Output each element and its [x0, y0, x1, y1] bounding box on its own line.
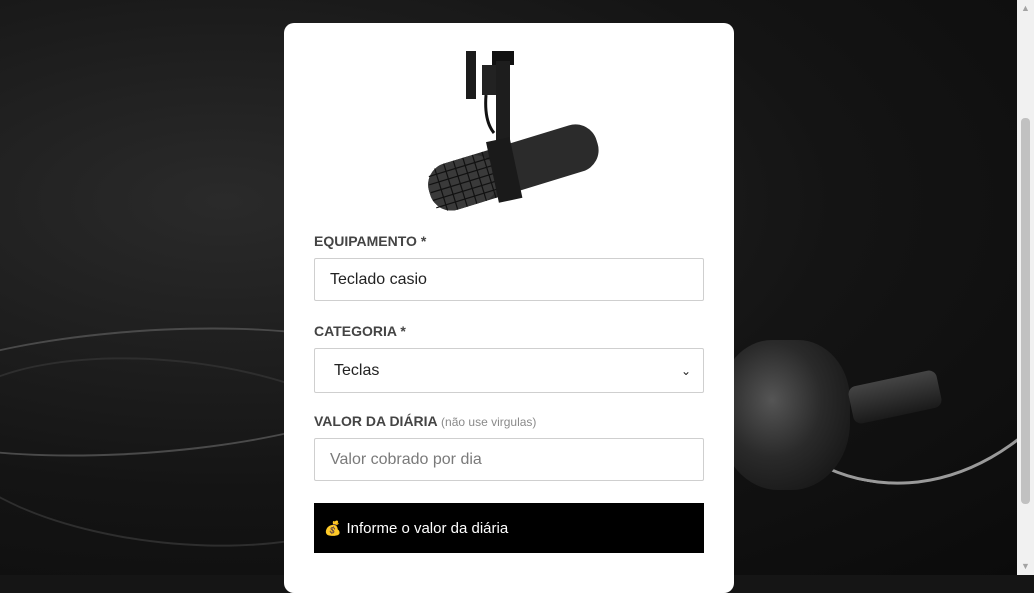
scroll-down-icon[interactable]: ▼: [1017, 558, 1034, 575]
categoria-selected-value: Teclas: [334, 361, 380, 379]
chevron-down-icon: ⌄: [680, 363, 691, 378]
scroll-up-icon[interactable]: ▲: [1017, 0, 1034, 17]
headphone-cup: [720, 340, 850, 490]
equipamento-input[interactable]: [314, 258, 704, 301]
equipamento-label: EQUIPAMENTO *: [314, 233, 427, 249]
submit-button-label: Informe o valor da diária: [346, 519, 509, 537]
categoria-select[interactable]: Teclas ⌄: [314, 348, 704, 393]
page-scrollbar[interactable]: ▲ ▼: [1017, 0, 1034, 575]
categoria-label: CATEGORIA *: [314, 323, 406, 339]
form-card: EQUIPAMENTO * CATEGORIA * Teclas ⌄ VALOR…: [284, 23, 734, 593]
scroll-thumb[interactable]: [1021, 118, 1030, 504]
valor-input[interactable]: [314, 438, 704, 481]
submit-button[interactable]: 💰 Informe o valor da diária: [314, 503, 704, 553]
valor-label-text: VALOR DA DIÁRIA: [314, 413, 438, 429]
money-bag-icon: 💰: [324, 519, 342, 536]
microphone-image: [428, 51, 599, 211]
valor-hint: (não use virgulas): [441, 415, 537, 429]
valor-label: VALOR DA DIÁRIA (não use virgulas): [314, 413, 536, 429]
